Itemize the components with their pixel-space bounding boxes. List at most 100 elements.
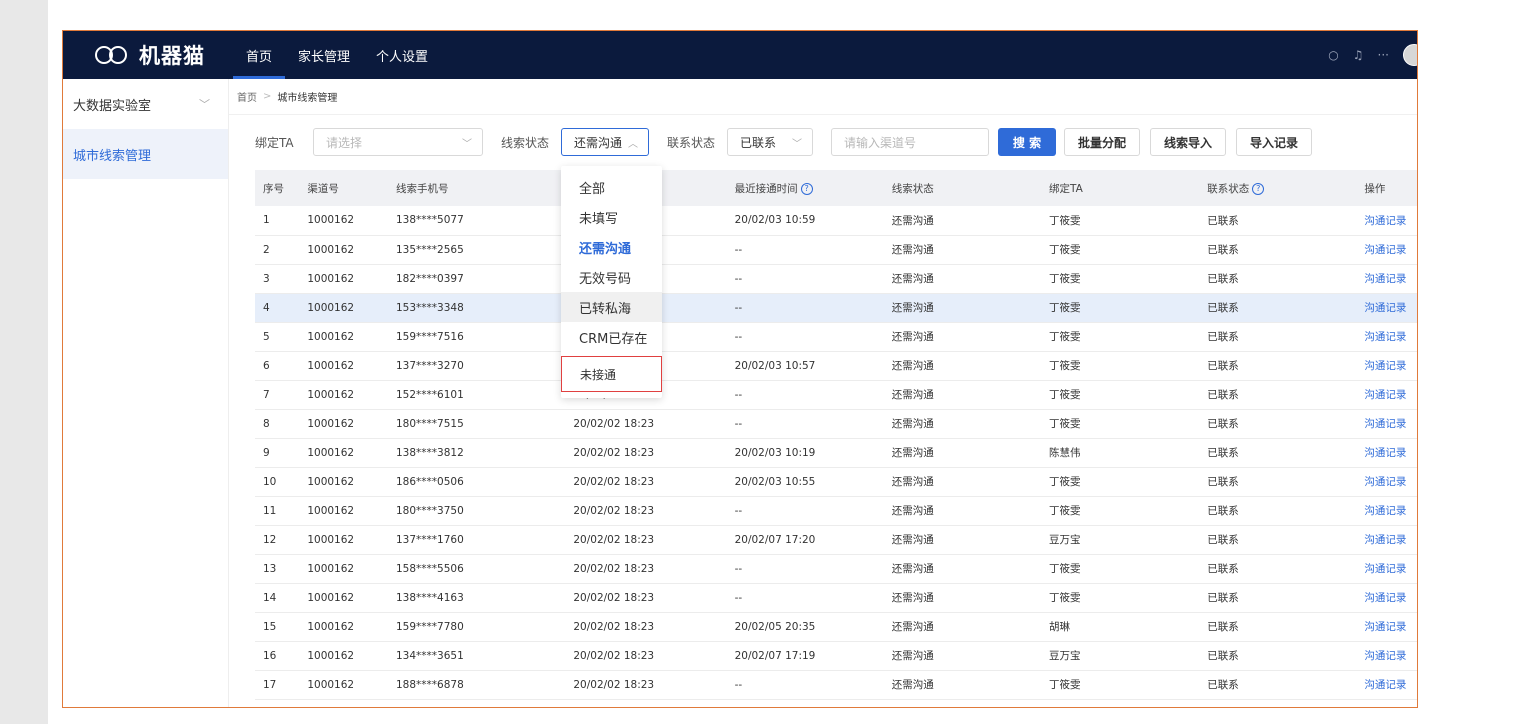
screenshot-canvas: 机器猫 首页 家长管理 个人设置 ○ ♫ ··· 大数据实验室 ﹀ 城市线索管理… (48, 0, 1528, 724)
dropdown-option-not-connected[interactable]: 未接通 (561, 356, 662, 392)
action-link[interactable]: 沟通记录 (1356, 525, 1417, 554)
created-time: 20/02/02 18:23 (573, 504, 655, 517)
help-icon[interactable]: ? (1252, 182, 1265, 195)
lead-status: 还需沟通 (891, 505, 934, 517)
contact-status: 已联系 (1207, 418, 1239, 430)
search-button[interactable]: 搜 索 (998, 128, 1056, 156)
dropdown-option-private-sea[interactable]: 已转私海 (561, 292, 662, 322)
table-row: 9 1000162 138****3812 20/02/02 18:23 20/02/0… (255, 438, 1417, 467)
chevron-down-icon: ﹀ (199, 98, 210, 111)
logo-icon (95, 44, 133, 66)
dropdown-option-all[interactable]: 全部 (561, 172, 662, 202)
action-link[interactable]: 沟通记录 (1356, 293, 1417, 322)
channel-id: 1000162 (307, 243, 355, 256)
lead-status: 还需沟通 (891, 214, 934, 227)
table-row: 11 1000162 180****3750 20/02/02 18:23 -- 还需沟通… (255, 496, 1417, 525)
channel-id: 1000162 (307, 562, 355, 575)
last-connected-time: 20/02/05 20:35 (734, 620, 816, 633)
column-header: 最近接通时间? (727, 170, 884, 206)
created-time: 20/02/02 18:23 (573, 620, 655, 633)
last-connected-time: 20/02/03 10:55 (734, 475, 816, 488)
column-header: 序号 (263, 182, 284, 195)
lead-status: 还需沟通 (891, 273, 934, 285)
bound-ta: 丁筱雯 (1049, 418, 1081, 430)
sidebar-item-city-leads[interactable]: 城市线索管理 (63, 129, 228, 179)
sidebar-group-bigdata[interactable]: 大数据实验室 ﹀ (63, 79, 228, 129)
action-link[interactable]: 沟通记录 (1356, 554, 1417, 583)
action-link[interactable]: 沟通记录 (1356, 235, 1417, 264)
action-link[interactable]: 沟通记录 (1356, 380, 1417, 409)
bound-ta: 丁筱雯 (1049, 331, 1081, 343)
contact-status: 已联系 (1207, 476, 1239, 488)
phone-number: 182****0397 (396, 272, 464, 285)
nav-item-home[interactable]: 首页 (233, 31, 286, 79)
dropdown-option-crm-exists[interactable]: CRM已存在 (561, 322, 662, 352)
phone-number: 159****7516 (396, 330, 464, 343)
action-link[interactable]: 沟通记录 (1356, 264, 1417, 293)
leads-table: 序号 渠道号 线索手机号 最近接通时间? 线索状态 绑定TA 联系状态? 操作 … (255, 170, 1417, 700)
created-time: 20/02/02 18:23 (573, 446, 655, 459)
breadcrumb-home[interactable]: 首页 (237, 89, 257, 104)
logo[interactable]: 机器猫 (95, 31, 205, 79)
channel-input[interactable]: 请输入渠道号 (831, 128, 989, 156)
contact-status: 已联系 (1207, 389, 1239, 401)
channel-id: 1000162 (307, 214, 355, 227)
row-index: 5 (263, 330, 270, 343)
action-link[interactable]: 沟通记录 (1356, 583, 1417, 612)
more-icon[interactable]: ··· (1378, 48, 1389, 62)
column-header: 渠道号 (307, 182, 339, 195)
dropdown-option-unfilled[interactable]: 未填写 (561, 202, 662, 232)
action-link[interactable]: 沟通记录 (1356, 409, 1417, 438)
bound-ta: 丁筱雯 (1049, 389, 1081, 401)
dropdown-option-need-contact[interactable]: 还需沟通 (561, 232, 662, 262)
channel-id: 1000162 (307, 649, 355, 662)
phone-number: 137****1760 (396, 533, 464, 546)
nav-item-settings[interactable]: 个人设置 (363, 31, 441, 79)
table-row: 14 1000162 138****4163 20/02/02 18:23 -- 还需沟通… (255, 583, 1417, 612)
table-row: 10 1000162 186****0506 20/02/02 18:23 20/02/… (255, 467, 1417, 496)
phone-number: 159****7780 (396, 620, 464, 633)
action-link[interactable]: 沟通记录 (1356, 467, 1417, 496)
import-leads-button[interactable]: 线索导入 (1150, 128, 1226, 156)
lead-status: 还需沟通 (891, 592, 934, 604)
last-connected-time: -- (734, 562, 743, 575)
row-index: 8 (263, 417, 270, 430)
table-body: 1 1000162 138****5077 20/02/03 10:59 还需沟通 丁筱雯… (255, 206, 1417, 699)
status-select[interactable]: 还需沟通 ︿ (561, 128, 649, 156)
avatar[interactable] (1403, 44, 1417, 66)
channel-id: 1000162 (307, 272, 355, 285)
help-icon[interactable]: ? (800, 182, 813, 195)
ta-filter-label: 绑定TA (255, 136, 294, 150)
contact-status: 已联系 (1207, 650, 1239, 662)
lead-status: 还需沟通 (891, 302, 934, 314)
action-link[interactable]: 沟通记录 (1356, 322, 1417, 351)
dropdown-option-invalid-number[interactable]: 无效号码 (561, 262, 662, 292)
contact-status: 已联系 (1207, 273, 1239, 285)
ta-select[interactable]: 请选择 ﹀ (313, 128, 483, 156)
table-row: 6 1000162 137****3270 20/02/03 10:57 还需沟通 丁筱雯… (255, 351, 1417, 380)
row-index: 12 (263, 533, 277, 546)
row-index: 13 (263, 562, 277, 575)
bound-ta: 丁筱雯 (1049, 505, 1081, 517)
import-log-button[interactable]: 导入记录 (1236, 128, 1312, 156)
action-link[interactable]: 沟通记录 (1356, 641, 1417, 670)
action-link[interactable]: 沟通记录 (1356, 206, 1417, 235)
bell-icon[interactable]: ♫ (1353, 48, 1364, 62)
action-link[interactable]: 沟通记录 (1356, 496, 1417, 525)
row-index: 4 (263, 301, 270, 314)
contact-filter-label: 联系状态 (667, 136, 716, 150)
action-link[interactable]: 沟通记录 (1356, 670, 1417, 699)
action-link[interactable]: 沟通记录 (1356, 612, 1417, 641)
contact-select[interactable]: 已联系 ﹀ (727, 128, 813, 156)
action-link[interactable]: 沟通记录 (1356, 351, 1417, 380)
contact-status: 已联系 (1207, 679, 1239, 691)
bound-ta: 丁筱雯 (1049, 214, 1081, 227)
contact-status: 已联系 (1207, 621, 1239, 633)
table-row: 16 1000162 134****3651 20/02/02 18:23 20/02/… (255, 641, 1417, 670)
lead-status: 还需沟通 (891, 244, 934, 256)
nav-item-parents[interactable]: 家长管理 (285, 31, 363, 79)
search-icon[interactable]: ○ (1328, 48, 1338, 62)
action-link[interactable]: 沟通记录 (1356, 438, 1417, 467)
lead-status: 还需沟通 (891, 331, 934, 343)
batch-assign-button[interactable]: 批量分配 (1064, 128, 1140, 156)
